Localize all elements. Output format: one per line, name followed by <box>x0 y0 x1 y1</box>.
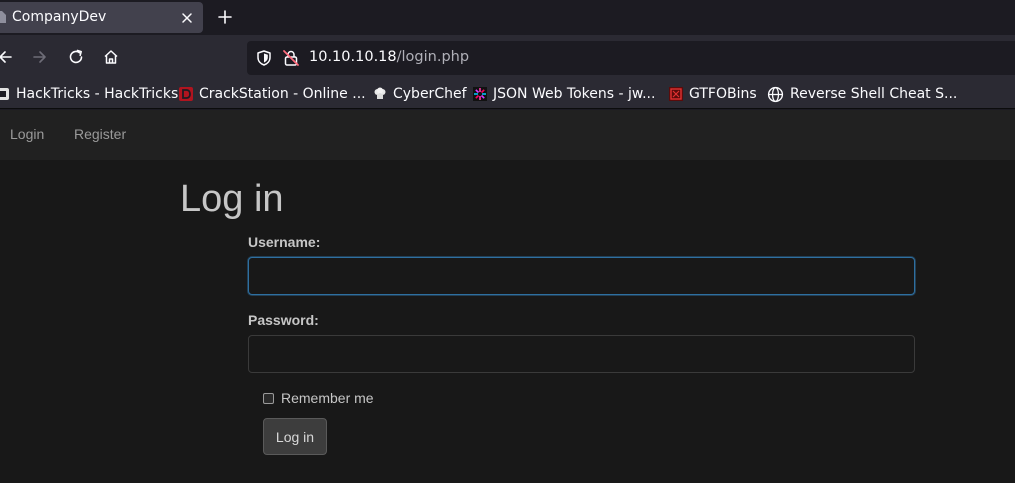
site-navbar: Login Register <box>0 110 1015 160</box>
bookmark-label: CrackStation - Online ... <box>199 86 366 102</box>
username-field[interactable] <box>248 257 915 295</box>
bookmark-label: JSON Web Tokens - jw... <box>493 86 656 102</box>
jwt-icon <box>473 87 487 101</box>
url-host: 10.10.10.18 <box>309 49 397 65</box>
login-submit-button[interactable]: Log in <box>263 418 327 455</box>
arrow-right-icon[interactable] <box>31 48 49 66</box>
bookmark-crackstation[interactable]: CrackStation - Online ... <box>179 84 366 104</box>
nav-register-link[interactable]: Register <box>74 126 126 142</box>
bookmark-hacktricks[interactable]: HackTricks - HackTricks <box>0 84 178 104</box>
bookmark-gtfobins[interactable]: GTFOBins <box>669 84 757 104</box>
bookmark-label: Reverse Shell Cheat S... <box>790 86 958 102</box>
plus-icon[interactable] <box>216 8 234 26</box>
crackstation-icon <box>179 87 193 101</box>
password-label: Password: <box>248 312 319 328</box>
remember-me-label: Remember me <box>281 390 374 406</box>
arrow-left-icon[interactable] <box>0 48 14 66</box>
url-text[interactable]: 10.10.10.18/login.php <box>309 49 469 65</box>
reload-icon[interactable] <box>67 48 85 66</box>
bookmark-label: CyberChef <box>393 86 467 102</box>
browser-tab[interactable]: CompanyDev <box>0 2 203 33</box>
bookmark-label: HackTricks - HackTricks <box>16 86 179 102</box>
username-label: Username: <box>248 234 321 250</box>
tab-title: CompanyDev <box>12 9 107 25</box>
toolbar-divider <box>0 108 1015 109</box>
bookmarks-toolbar: HackTricks - HackTricks CrackStation - O… <box>0 80 1015 108</box>
hacktricks-icon <box>0 88 9 100</box>
tab-strip: CompanyDev <box>0 0 1015 35</box>
bookmark-jwt[interactable]: JSON Web Tokens - jw... <box>473 84 655 104</box>
url-path: /login.php <box>396 49 470 65</box>
globe-icon <box>767 86 784 102</box>
page-icon <box>0 11 6 23</box>
bookmark-reverse-shell[interactable]: Reverse Shell Cheat S... <box>767 84 957 104</box>
navigation-toolbar: 10.10.10.18/login.php <box>0 35 1015 80</box>
nav-login-link[interactable]: Login <box>10 126 44 142</box>
close-icon[interactable] <box>179 10 195 26</box>
shield-icon[interactable] <box>255 49 273 67</box>
password-field[interactable] <box>248 335 915 373</box>
cyberchef-icon <box>374 87 386 99</box>
remember-me-checkbox[interactable] <box>263 392 274 404</box>
page-content: Log in Username: Password: Remember me L… <box>0 160 1015 483</box>
home-icon[interactable] <box>102 48 120 66</box>
url-bar[interactable]: 10.10.10.18/login.php <box>247 41 1015 75</box>
bookmark-label: GTFOBins <box>689 86 757 102</box>
bookmark-cyberchef[interactable]: CyberChef <box>373 84 467 104</box>
remember-me-toggle[interactable]: Remember me <box>263 390 374 406</box>
gtfobins-icon <box>669 87 683 101</box>
page-title: Log in <box>180 178 284 220</box>
insecure-lock-icon[interactable] <box>282 49 300 67</box>
